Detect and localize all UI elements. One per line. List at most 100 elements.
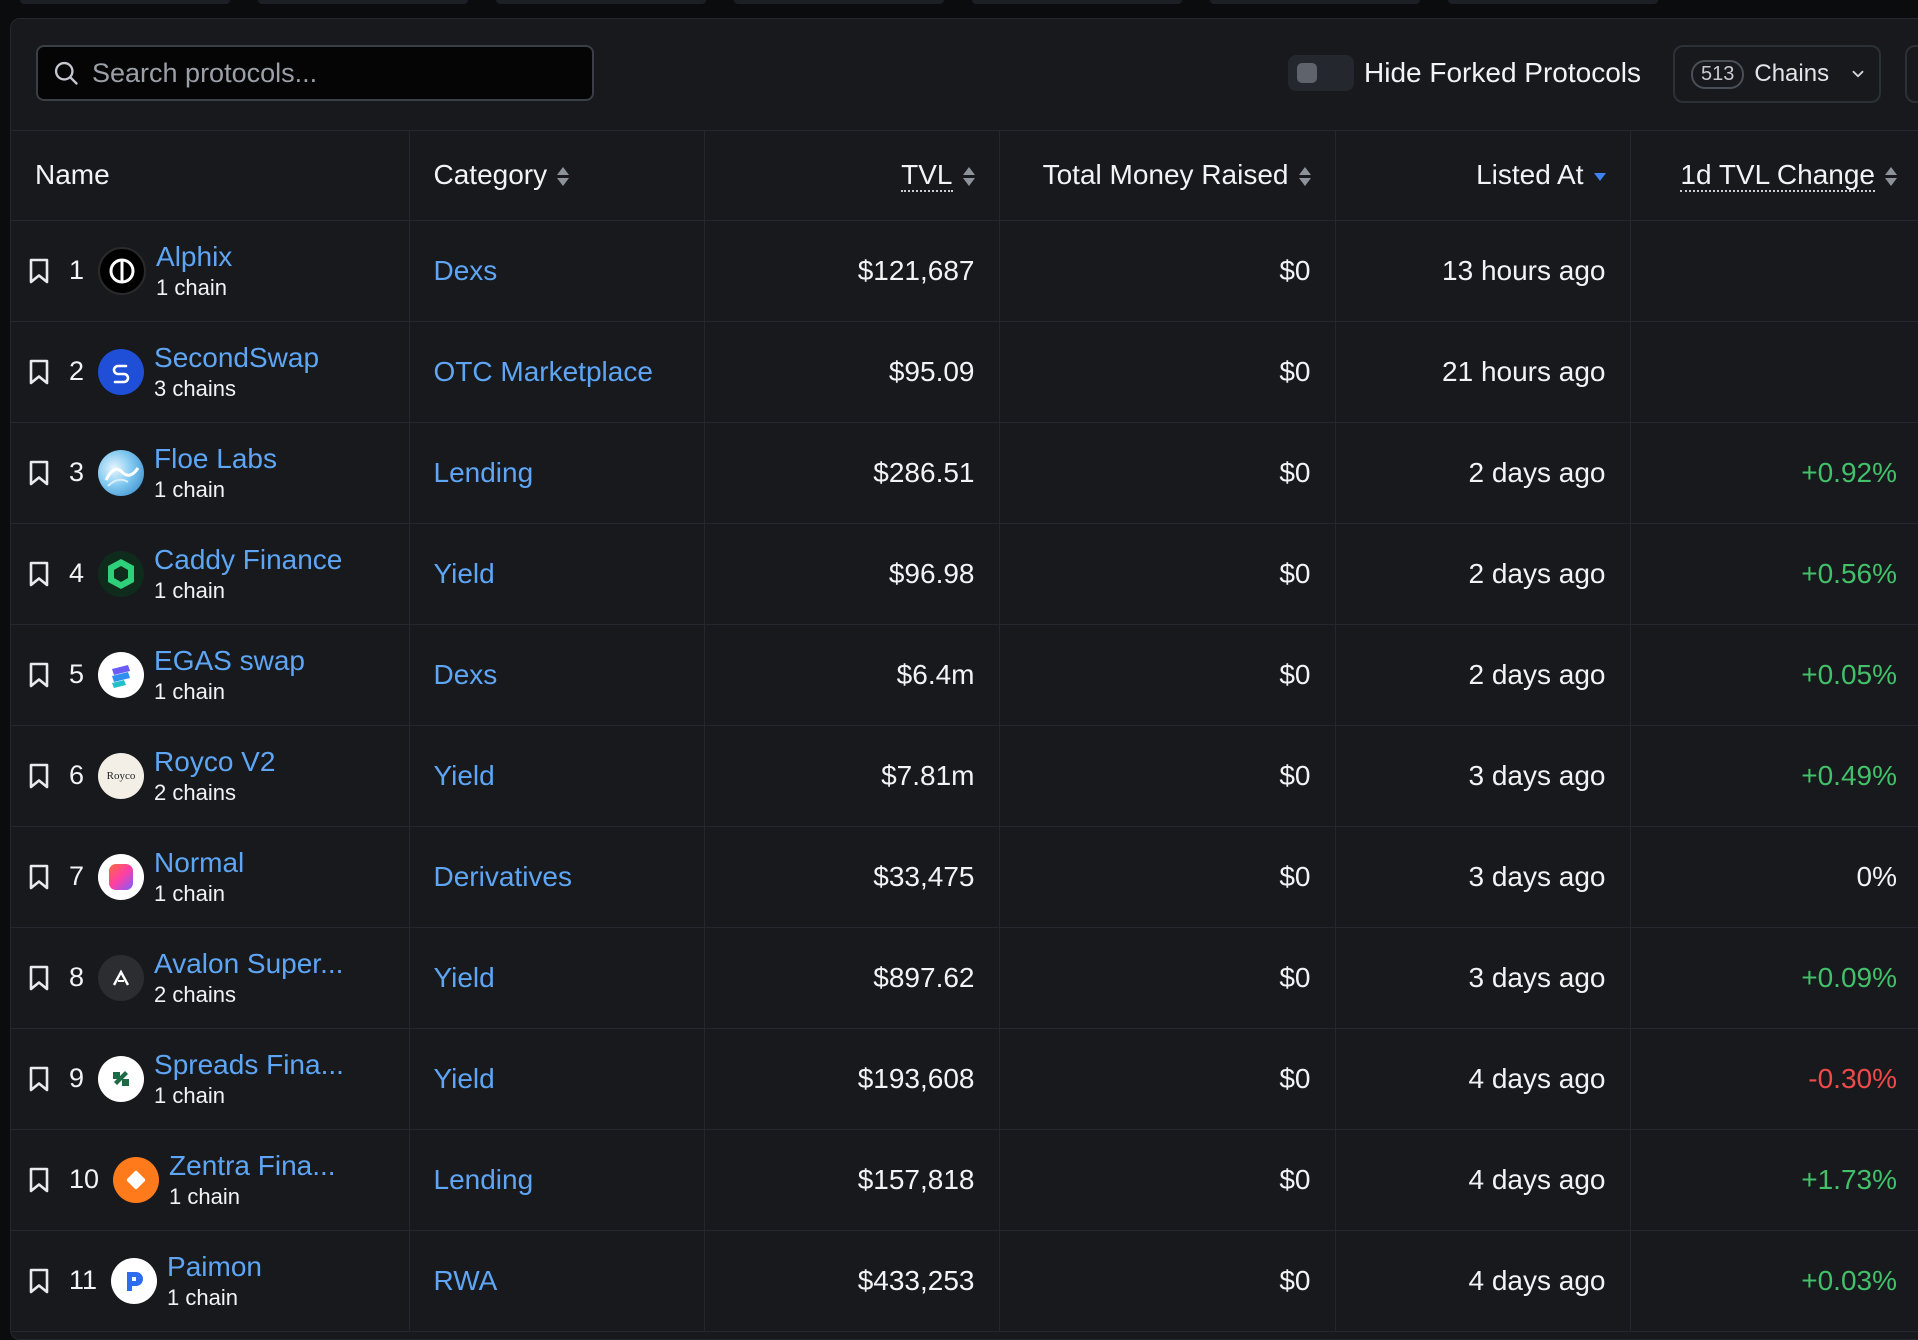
nav-tab-edge[interactable] bbox=[1210, 0, 1420, 4]
column-label: TVL bbox=[901, 159, 953, 193]
category-link[interactable]: Yield bbox=[434, 962, 495, 993]
top-nav-strip bbox=[0, 0, 1918, 4]
cell-1d-tvl-change: +0.92% bbox=[1630, 422, 1918, 524]
category-link[interactable]: Yield bbox=[434, 1063, 495, 1094]
cell-listed-at: 21 hours ago bbox=[1335, 321, 1631, 423]
column-header-1d-tvl-change[interactable]: 1d TVL Change bbox=[1630, 131, 1918, 221]
protocol-name-link[interactable]: Royco V2 bbox=[154, 745, 275, 779]
protocol-name-link[interactable]: Avalon Super... bbox=[154, 947, 343, 981]
cell-tvl: $96.98 bbox=[704, 523, 1000, 625]
protocol-name-link[interactable]: EGAS swap bbox=[154, 644, 305, 678]
zentra-logo-icon bbox=[99, 1156, 160, 1203]
cell-1d-tvl-change bbox=[1630, 321, 1918, 423]
chevron-down-icon bbox=[1852, 70, 1864, 78]
category-link[interactable]: Yield bbox=[434, 760, 495, 791]
nav-tab-edge[interactable] bbox=[20, 0, 230, 4]
sort-icon[interactable] bbox=[557, 167, 570, 187]
cell-name: 6 Royco Royco V2 2 chains bbox=[11, 725, 410, 827]
category-link[interactable]: Derivatives bbox=[434, 861, 572, 892]
bookmark-icon[interactable] bbox=[27, 863, 51, 891]
category-link[interactable]: Dexs bbox=[434, 659, 498, 690]
protocol-name-link[interactable]: Zentra Fina... bbox=[169, 1149, 336, 1183]
sort-icon[interactable] bbox=[962, 167, 975, 187]
cell-listed-at: 3 days ago bbox=[1335, 826, 1631, 928]
cell-category: Lending bbox=[409, 1129, 705, 1231]
nav-tab-edge[interactable] bbox=[258, 0, 468, 4]
cell-listed-at: 13 hours ago bbox=[1335, 220, 1631, 322]
cell-tvl: $286.51 bbox=[704, 422, 1000, 524]
bookmark-icon[interactable] bbox=[27, 1267, 51, 1295]
search-input[interactable] bbox=[90, 56, 554, 90]
category-link[interactable]: OTC Marketplace bbox=[434, 356, 653, 387]
cell-tvl: $95.09 bbox=[704, 321, 1000, 423]
bookmark-icon[interactable] bbox=[27, 762, 51, 790]
table-row: 1 Alphix 1 chain Dexs $121,687 $0 13 hours ago bbox=[11, 220, 1918, 322]
hide-forked-toggle[interactable] bbox=[1288, 55, 1354, 91]
cell-name: 9 Spreads Fina... 1 chain bbox=[11, 1028, 410, 1130]
column-label: Total Money Raised bbox=[1042, 159, 1289, 191]
cell-category: Yield bbox=[409, 1028, 705, 1130]
protocol-name-link[interactable]: Caddy Finance bbox=[154, 543, 342, 577]
nav-tab-edge[interactable] bbox=[1448, 0, 1658, 4]
column-header-total-money-raised[interactable]: Total Money Raised bbox=[999, 131, 1336, 221]
protocol-name-link[interactable]: Spreads Fina... bbox=[154, 1048, 344, 1082]
category-link[interactable]: Dexs bbox=[434, 255, 498, 286]
protocol-chain-count: 3 chains bbox=[154, 375, 236, 401]
category-link[interactable]: Yield bbox=[434, 558, 495, 589]
sort-desc-active-icon[interactable] bbox=[1593, 172, 1606, 181]
more-filters-button[interactable] bbox=[1905, 45, 1918, 103]
cell-tvl: $6.4m bbox=[704, 624, 1000, 726]
alphix-logo-icon bbox=[84, 246, 147, 295]
bookmark-icon[interactable] bbox=[27, 661, 51, 689]
bookmark-icon[interactable] bbox=[27, 1166, 51, 1194]
column-header-tvl[interactable]: TVL bbox=[704, 131, 1000, 221]
table-row: 5 EGAS swap 1 chain Dexs $6.4m $0 2 days ago +0… bbox=[11, 624, 1918, 726]
bookmark-icon[interactable] bbox=[27, 560, 51, 588]
cell-1d-tvl-change bbox=[1630, 220, 1918, 322]
paimon-logo-icon bbox=[97, 1257, 158, 1304]
protocol-name-link[interactable]: Normal bbox=[154, 846, 244, 880]
cell-category: Yield bbox=[409, 725, 705, 827]
column-label: Listed At bbox=[1476, 159, 1584, 191]
bookmark-icon[interactable] bbox=[27, 1065, 51, 1093]
column-header-name: Name bbox=[11, 131, 410, 221]
category-link[interactable]: Lending bbox=[434, 1164, 534, 1195]
bookmark-icon[interactable] bbox=[27, 964, 51, 992]
table-row: 4 Caddy Finance 1 chain Yield $96.98 $0 2 days… bbox=[11, 523, 1918, 625]
cell-category: Dexs bbox=[409, 220, 705, 322]
cell-total-money-raised: $0 bbox=[999, 624, 1336, 726]
cell-name: 7 Normal 1 chain bbox=[11, 826, 410, 928]
protocol-name-link[interactable]: Floe Labs bbox=[154, 442, 277, 476]
row-rank: 5 bbox=[69, 659, 85, 689]
bookmark-icon[interactable] bbox=[27, 459, 51, 487]
protocol-name-link[interactable]: Paimon bbox=[167, 1250, 262, 1284]
cell-category: Dexs bbox=[409, 624, 705, 726]
sort-icon[interactable] bbox=[1298, 167, 1311, 187]
sort-icon[interactable] bbox=[1885, 167, 1897, 187]
protocol-name-link[interactable]: Alphix bbox=[156, 240, 232, 274]
cell-total-money-raised: $0 bbox=[999, 927, 1336, 1029]
nav-tab-edge[interactable] bbox=[734, 0, 944, 4]
secondswap-logo-icon bbox=[84, 348, 145, 395]
row-rank: 4 bbox=[69, 558, 85, 588]
column-header-category[interactable]: Category bbox=[409, 131, 705, 221]
cell-listed-at: 2 days ago bbox=[1335, 523, 1631, 625]
nav-tab-edge[interactable] bbox=[496, 0, 706, 4]
bookmark-icon[interactable] bbox=[27, 257, 51, 285]
row-rank: 2 bbox=[69, 356, 85, 386]
nav-tab-edge[interactable] bbox=[972, 0, 1182, 4]
protocol-chain-count: 1 chain bbox=[167, 1284, 238, 1310]
row-rank: 11 bbox=[69, 1265, 98, 1295]
cell-total-money-raised: $0 bbox=[999, 523, 1336, 625]
column-header-listed-at[interactable]: Listed At bbox=[1335, 131, 1631, 221]
row-rank: 9 bbox=[69, 1063, 85, 1093]
category-link[interactable]: Lending bbox=[434, 457, 534, 488]
category-link[interactable]: RWA bbox=[434, 1265, 498, 1296]
chains-dropdown[interactable]: 513 Chains bbox=[1673, 45, 1881, 103]
protocol-name-link[interactable]: SecondSwap bbox=[154, 341, 319, 375]
protocol-chain-count: 1 chain bbox=[169, 1183, 240, 1209]
spreads-logo-icon bbox=[84, 1055, 145, 1102]
search-box[interactable] bbox=[36, 45, 594, 101]
bookmark-icon[interactable] bbox=[27, 358, 51, 386]
row-rank: 1 bbox=[69, 255, 85, 285]
